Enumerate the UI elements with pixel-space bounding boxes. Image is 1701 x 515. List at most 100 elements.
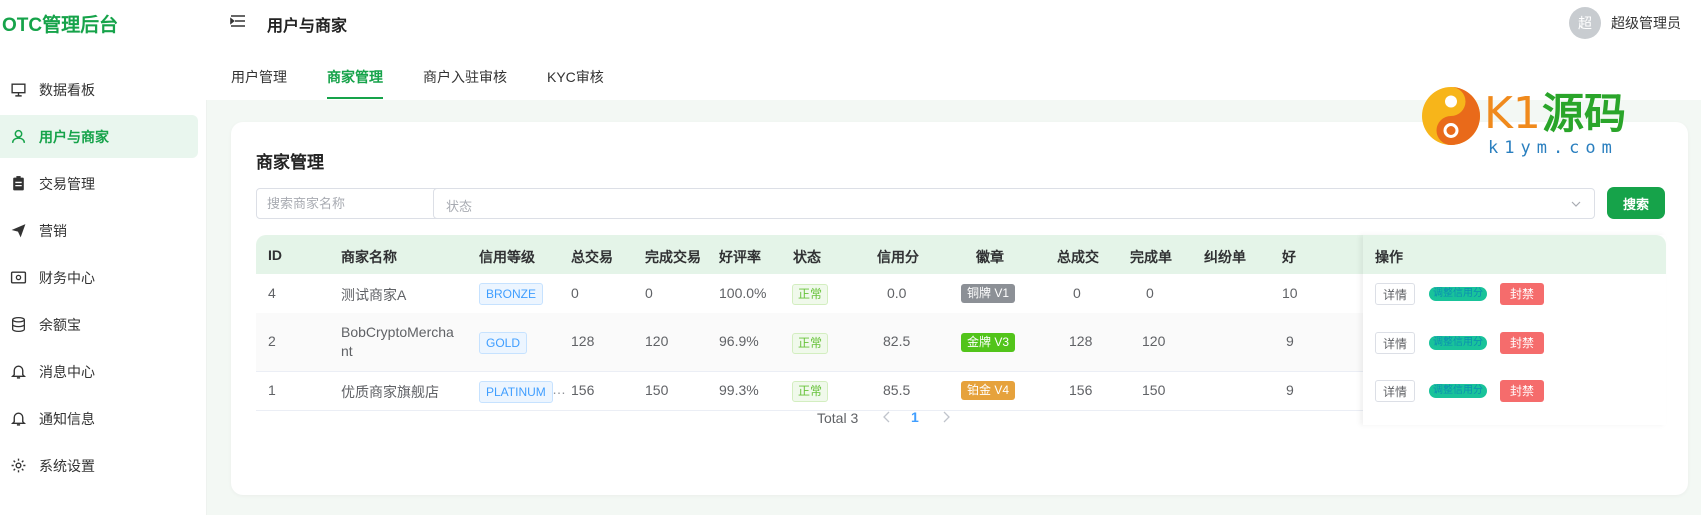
cell-total-deals: 0 [1073,285,1081,301]
sidebar-item-label: 交易管理 [39,175,95,192]
cell-total-trades: 156 [571,382,595,398]
level-tag: BRONZE [479,283,544,305]
sidebar-item-settings[interactable]: 系统设置 [0,444,198,487]
cell-done-trades: 150 [645,382,669,398]
cell-credit: 82.5 [883,333,911,349]
col-level: 信用等级 [479,249,535,265]
money-card-icon [10,271,27,284]
col-done-orders: 完成单 [1130,249,1172,265]
card-title: 商家管理 [256,153,324,172]
sidebar-item-finance[interactable]: 财务中心 [0,256,198,299]
sidebar-item-label: 用户与商家 [39,128,109,145]
database-icon [12,316,25,333]
detail-button[interactable]: 详情 [1375,283,1416,305]
search-button[interactable]: 搜索 [1607,187,1665,219]
sidebar-item-label: 营销 [39,222,67,239]
sidebar-menu: 数据看板 用户与商家 交易管理 营销 财务中心 余额宝 消息中心 通知信息 系统… [0,68,206,491]
detail-button[interactable]: 详情 [1375,380,1416,402]
sidebar-item-label: 余额宝 [39,316,81,333]
operations-header: 操作 [1363,235,1666,274]
avatar: 超 [1569,7,1601,39]
sidebar-item-yuebao[interactable]: 余额宝 [0,303,198,346]
col-total-deals: 总成交 [1057,249,1099,265]
merchant-card: 商家管理 状态 搜索 ID 商家名称 信用等级 总交易 完成交易 好评率 状态 … [231,122,1688,495]
cell-done-orders: 0 [1146,285,1154,301]
col-total-trades: 总交易 [571,249,613,265]
col-id: ID [268,247,282,263]
cell-done-trades: 120 [645,333,669,349]
sidebar-item-trades[interactable]: 交易管理 [0,162,198,205]
status-badge: 正常 [792,333,829,354]
cell-credit: 85.5 [883,382,911,398]
top-header: 用户与商家 超 超级管理员 [206,0,1701,44]
col-status: 状态 [793,249,821,265]
adjust-credit-button[interactable]: 调整信用分 [1429,336,1487,350]
adjust-credit-button[interactable]: 调整信用分 [1429,384,1487,398]
cell-total-trades: 0 [571,285,579,301]
sidebar-item-label: 消息中心 [39,363,95,380]
cell-good: 9 [1286,382,1294,398]
status-badge: 正常 [792,284,829,305]
level-tag: GOLD [479,332,528,354]
sidebar-item-notifications[interactable]: 通知信息 [0,397,198,440]
bell-icon [10,365,27,379]
menu-fold-icon[interactable] [230,13,246,29]
tab-user-management[interactable]: 用户管理 [231,67,287,97]
adjust-credit-button[interactable]: 调整信用分 [1429,287,1487,301]
cell-total-deals: 156 [1069,382,1093,398]
cell-done-orders: 150 [1142,382,1166,398]
cell-done-orders: 120 [1142,333,1166,349]
col-dispute: 纠纷单 [1204,249,1246,265]
chevron-left-icon[interactable] [881,410,893,424]
sidebar-item-users-merchants[interactable]: 用户与商家 [0,115,198,158]
cell-name: BobCryptoMerchant [341,324,454,359]
user-menu[interactable]: 超 超级管理员 [1569,7,1681,39]
pagination: Total 3 1 [231,408,1688,428]
sidebar-item-marketing[interactable]: 营销 [0,209,198,252]
merchant-badge: 金牌 V3 [961,333,1016,352]
cell-id: 1 [268,382,276,398]
cell-done-trades: 0 [645,285,653,301]
col-rating: 好评率 [719,249,761,265]
detail-button[interactable]: 详情 [1375,332,1416,354]
watermark-logo: K1 源码 k1ym.com [1422,87,1626,158]
ban-button[interactable]: 封禁 [1500,283,1545,305]
col-ops: 操作 [1375,249,1403,265]
cell-good: 10 [1282,285,1298,301]
cell-rating: 96.9% [719,333,759,349]
cell-name: 测试商家A [341,287,407,303]
cell-total-deals: 128 [1069,333,1093,349]
sidebar-item-messages[interactable]: 消息中心 [0,350,198,393]
merchant-search-input[interactable] [256,188,442,219]
breadcrumb: 用户与商家 [267,18,348,35]
cell-id: 4 [268,285,276,301]
sidebar-item-label: 通知信息 [39,410,95,427]
chevron-right-icon[interactable] [940,410,952,424]
bell-icon [10,412,27,426]
gear-icon [11,458,26,473]
svg-text:源码: 源码 [1542,89,1626,138]
col-good: 好 [1282,249,1296,265]
tab-kyc-review[interactable]: KYC审核 [547,67,604,97]
user-icon [11,129,26,143]
merchant-badge: 铜牌 V1 [961,284,1016,303]
sidebar-item-label: 系统设置 [39,457,95,474]
presentation-board-icon [11,83,26,97]
tab-merchant-onboarding-review[interactable]: 商户入驻审核 [423,67,507,97]
sidebar-item-dashboard[interactable]: 数据看板 [0,68,198,111]
tab-merchant-management[interactable]: 商家管理 [327,67,383,99]
status-select[interactable]: 状态 [433,188,1595,219]
status-badge: 正常 [792,381,829,402]
col-name: 商家名称 [341,249,397,265]
cell-rating: 100.0% [719,285,767,301]
merchant-badge: 铂金 V4 [961,381,1016,400]
level-tag: PLATINUM [479,381,553,403]
svg-text:K1: K1 [1484,88,1541,139]
ban-button[interactable]: 封禁 [1500,380,1545,402]
ban-button[interactable]: 封禁 [1500,332,1545,354]
clipboard-icon [13,176,24,191]
sidebar-item-label: 财务中心 [39,269,95,286]
page-number-current[interactable]: 1 [911,409,919,425]
pagination-total: Total 3 [817,410,859,426]
cell-credit: 0.0 [887,285,907,301]
